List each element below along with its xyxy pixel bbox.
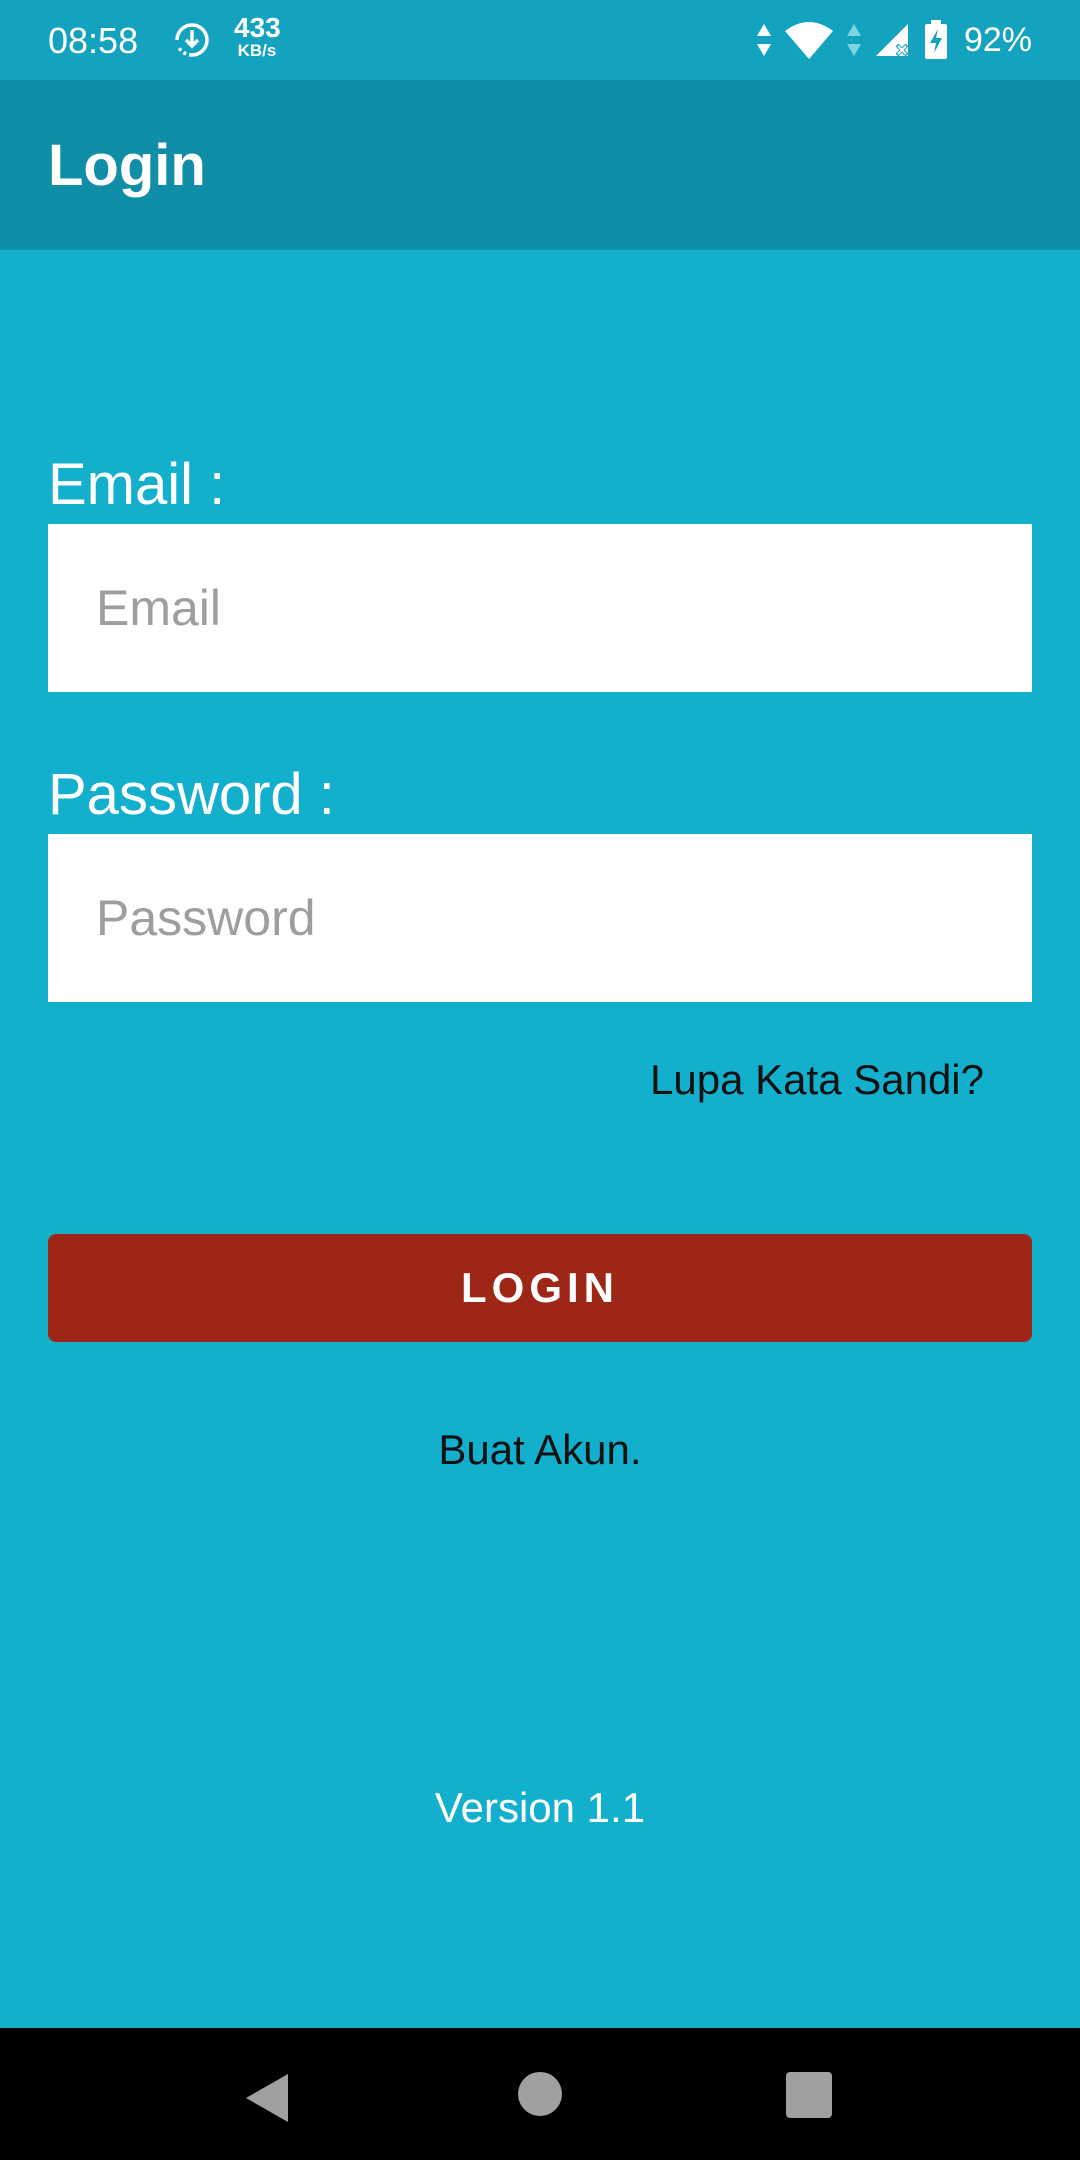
status-icons: 92% [756, 16, 1032, 64]
password-field[interactable] [48, 834, 1032, 1002]
forgot-password-link[interactable]: Lupa Kata Sandi? [650, 1052, 984, 1108]
download-progress-icon [175, 23, 209, 57]
download-speed-unit: KB/s [237, 41, 277, 60]
recents-icon[interactable] [786, 2072, 832, 2118]
home-icon[interactable] [518, 2072, 562, 2116]
email-field[interactable] [48, 524, 1032, 692]
battery-percentage: 92% [963, 20, 1032, 59]
download-speed: 433 KB/s [234, 12, 281, 60]
password-label: Password : [48, 762, 335, 827]
login-button[interactable]: LOGIN [48, 1234, 1032, 1342]
app-bar: Login [0, 80, 1080, 250]
data-transfer-arrows-icon [756, 24, 771, 56]
back-icon[interactable] [244, 2072, 290, 2124]
wifi-activity-arrows-icon [846, 24, 861, 56]
version-label: Version 1.1 [434, 1784, 646, 1831]
email-label: Email : [48, 452, 226, 517]
download-speed-value: 433 [234, 12, 281, 43]
create-account-link[interactable]: Buat Akun. [0, 1422, 1080, 1478]
status-bar: 08:58 433 KB/s 92% [0, 0, 1080, 80]
battery-charging-icon [924, 20, 947, 59]
navigation-bar [0, 2028, 1080, 2160]
wifi-icon [784, 22, 833, 59]
status-time: 08:58 [48, 20, 139, 61]
page-title: Login [48, 133, 206, 198]
cell-signal-icon [875, 24, 909, 57]
